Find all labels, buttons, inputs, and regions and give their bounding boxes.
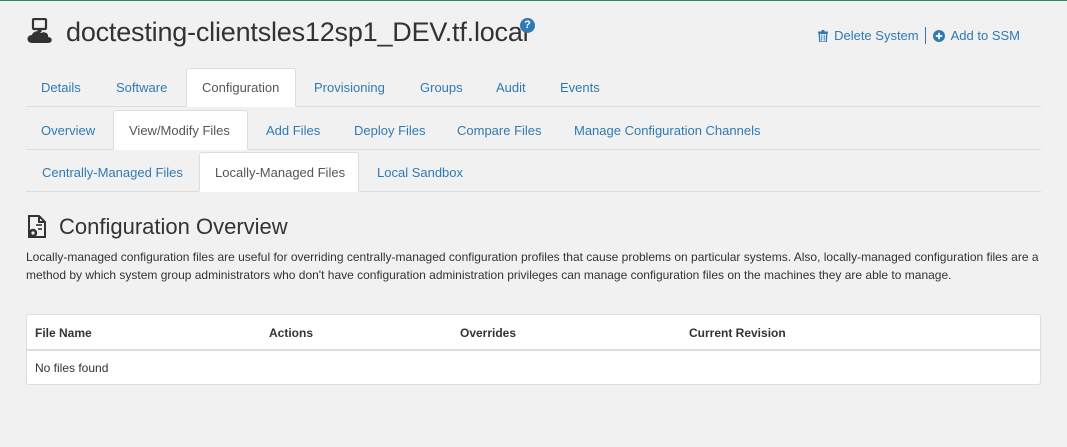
- tab-manage-configuration-channels[interactable]: Manage Configuration Channels: [559, 110, 775, 150]
- table-row: No files found: [27, 351, 1040, 384]
- files-table: File Name Actions Overrides Current Revi…: [26, 314, 1041, 385]
- tab-overview[interactable]: Overview: [26, 110, 110, 150]
- tab-audit[interactable]: Audit: [481, 68, 541, 107]
- file-gear-icon: [28, 215, 46, 238]
- page-title: doctesting-clientsles12sp1_DEV.tf.local: [66, 17, 529, 47]
- section-title: Configuration Overview: [59, 214, 288, 239]
- tab-configuration[interactable]: Configuration: [186, 68, 296, 107]
- section-description: Locally-managed configuration files are …: [26, 250, 1039, 282]
- tab-local-sandbox[interactable]: Local Sandbox: [362, 152, 478, 192]
- tab-centrally-managed-files[interactable]: Centrally-Managed Files: [27, 152, 198, 192]
- column-actions: Actions: [269, 326, 314, 340]
- column-current-revision: Current Revision: [689, 326, 786, 340]
- actions-divider: [924, 27, 926, 44]
- configuration-tabs: Overview View/Modify Files Add Files Dep…: [26, 109, 1041, 150]
- section-heading: Configuration Overview: [26, 212, 288, 242]
- main-tabs: Details Software Configuration Provision…: [26, 67, 1041, 107]
- tab-add-files[interactable]: Add Files: [251, 110, 335, 150]
- column-overrides: Overrides: [460, 326, 517, 340]
- delete-system-label: Delete System: [834, 28, 919, 43]
- tab-view-modify-files[interactable]: View/Modify Files: [113, 110, 248, 150]
- header-actions: Delete System Add to SSM: [818, 27, 1020, 44]
- tab-locally-managed-files[interactable]: Locally-Managed Files: [199, 152, 359, 192]
- plus-circle-icon: [932, 29, 945, 42]
- tab-details[interactable]: Details: [26, 68, 96, 107]
- tab-compare-files[interactable]: Compare Files: [442, 110, 557, 150]
- add-to-ssm-link[interactable]: Add to SSM: [932, 28, 1020, 43]
- column-file-name[interactable]: File Name: [35, 326, 92, 340]
- tab-events[interactable]: Events: [545, 68, 615, 107]
- trash-icon: [818, 29, 829, 42]
- tab-software[interactable]: Software: [101, 68, 182, 107]
- files-tabs: Centrally-Managed Files Locally-Managed …: [26, 151, 1041, 192]
- page-header: doctesting-clientsles12sp1_DEV.tf.local …: [25, 15, 1041, 55]
- question-circle-icon[interactable]: ?: [520, 18, 535, 33]
- tab-groups[interactable]: Groups: [405, 68, 478, 107]
- add-to-ssm-label: Add to SSM: [950, 28, 1020, 43]
- table-header: File Name Actions Overrides Current Revi…: [27, 315, 1040, 351]
- tab-deploy-files[interactable]: Deploy Files: [339, 110, 441, 150]
- empty-message: No files found: [35, 361, 109, 375]
- delete-system-link[interactable]: Delete System: [818, 28, 919, 43]
- tab-provisioning[interactable]: Provisioning: [299, 68, 400, 107]
- system-icon: [27, 18, 52, 43]
